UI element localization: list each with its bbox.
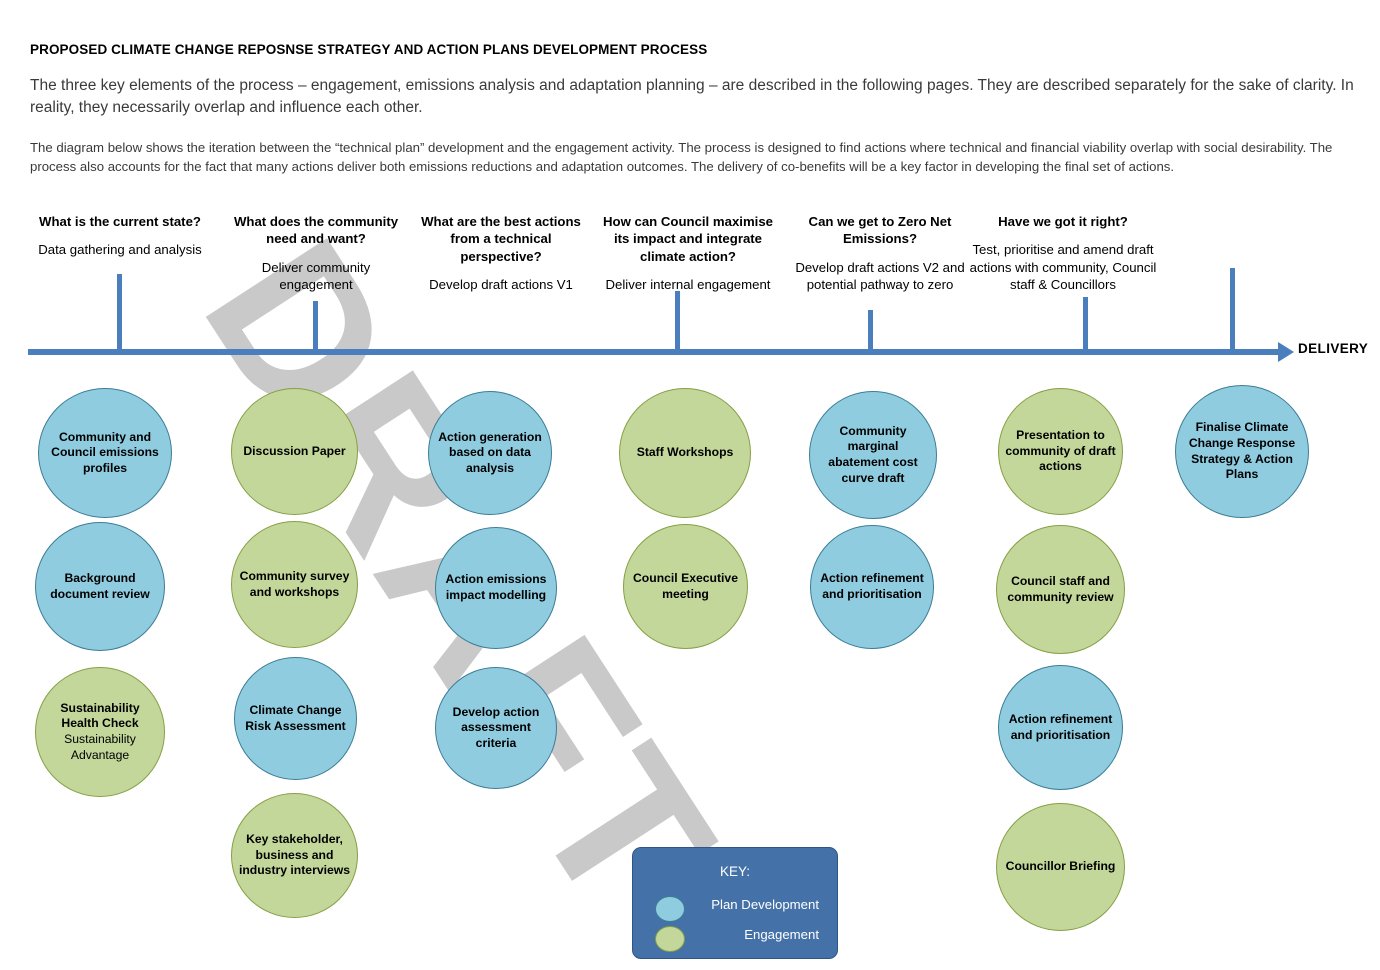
bubble-label: Finalise Climate Change Response Strateg… — [1188, 420, 1296, 482]
bubble-action-refinement-and-prioritisation-c5[interactable]: Action refinement and prioritisation — [810, 525, 934, 649]
bubble-label: Action generation based on data analysis — [438, 429, 542, 475]
bubble-action-emissions-impact-modelling[interactable]: Action emissions impact modelling — [435, 527, 557, 649]
bubble-action-generation-based-on-data-analysis[interactable]: Action generation based on data analysis — [428, 391, 552, 515]
legend-label: Plan Development — [711, 897, 819, 912]
bubble-finalise-climate-change-response-strategy-and-action-plans[interactable]: Finalise Climate Change Response Strateg… — [1175, 385, 1309, 518]
bubble-label: Councillor Briefing — [1005, 859, 1116, 874]
bubble-label: Discussion Paper — [243, 443, 346, 458]
bubble-key-stakeholder-business-and-industry-interviews[interactable]: Key stakeholder, business and industry i… — [231, 793, 358, 918]
bubble-label: Community and Council emissions profiles — [51, 429, 159, 475]
bubble-label: Climate Change Risk Assessment — [245, 702, 346, 733]
bubble-council-staff-and-community-review[interactable]: Council staff and community review — [996, 525, 1125, 654]
bubble-label: Action refinement and prioritisation — [1008, 711, 1113, 742]
bubble-discussion-paper[interactable]: Discussion Paper — [231, 388, 358, 515]
bubble-community-survey-and-workshops[interactable]: Community survey and workshops — [231, 521, 358, 648]
legend-swatch-engagement-icon — [655, 926, 685, 952]
legend-swatch-plan-development-icon — [655, 896, 685, 922]
process-bubbles: Community and Council emissions profiles… — [0, 0, 1380, 970]
bubble-community-marginal-abatement-cost-curve-draft[interactable]: Community marginal abatement cost curve … — [809, 391, 937, 519]
bubble-council-executive-meeting[interactable]: Council Executive meeting — [623, 524, 748, 649]
bubble-label: Key stakeholder, business and industry i… — [238, 832, 351, 878]
bubble-label: Council staff and community review — [1007, 573, 1114, 604]
bubble-sub-label: Sustainability Advantage — [64, 732, 136, 762]
bubble-sustainability-health-check[interactable]: Sustainability Health Check Sustainabili… — [35, 667, 165, 797]
legend-item-plan-development: Plan Development — [633, 894, 837, 924]
bubble-label: Staff Workshops — [636, 445, 734, 460]
bubble-label: Presentation to community of draft actio… — [1005, 428, 1116, 474]
bubble-background-document-review[interactable]: Background document review — [35, 522, 165, 651]
bubble-develop-action-assessment-criteria[interactable]: Develop action assessment criteria — [435, 667, 557, 789]
legend-label: Engagement — [744, 927, 819, 942]
bubble-label: Action emissions impact modelling — [445, 572, 547, 602]
bubble-councillor-briefing[interactable]: Councillor Briefing — [996, 803, 1125, 931]
legend-item-engagement: Engagement — [633, 924, 837, 954]
bubble-label: Sustainability Health Check — [60, 700, 140, 731]
bubble-community-and-council-emissions-profiles[interactable]: Community and Council emissions profiles — [38, 388, 172, 518]
bubble-label: Background document review — [50, 570, 150, 601]
bubble-label: Council Executive meeting — [633, 570, 738, 601]
legend-key: KEY: Plan Development Engagement — [632, 847, 838, 959]
bubble-label: Community marginal abatement cost curve … — [828, 423, 918, 485]
bubble-label: Action refinement and prioritisation — [820, 571, 924, 601]
bubble-climate-change-risk-assessment[interactable]: Climate Change Risk Assessment — [234, 657, 357, 780]
bubble-action-refinement-and-prioritisation-c6[interactable]: Action refinement and prioritisation — [998, 665, 1123, 790]
bubble-label: Community survey and workshops — [239, 568, 350, 599]
legend-title: KEY: — [719, 864, 751, 879]
bubble-staff-workshops[interactable]: Staff Workshops — [619, 388, 751, 518]
bubble-label: Develop action assessment criteria — [452, 704, 540, 750]
bubble-presentation-to-community-of-draft-actions[interactable]: Presentation to community of draft actio… — [998, 388, 1123, 515]
